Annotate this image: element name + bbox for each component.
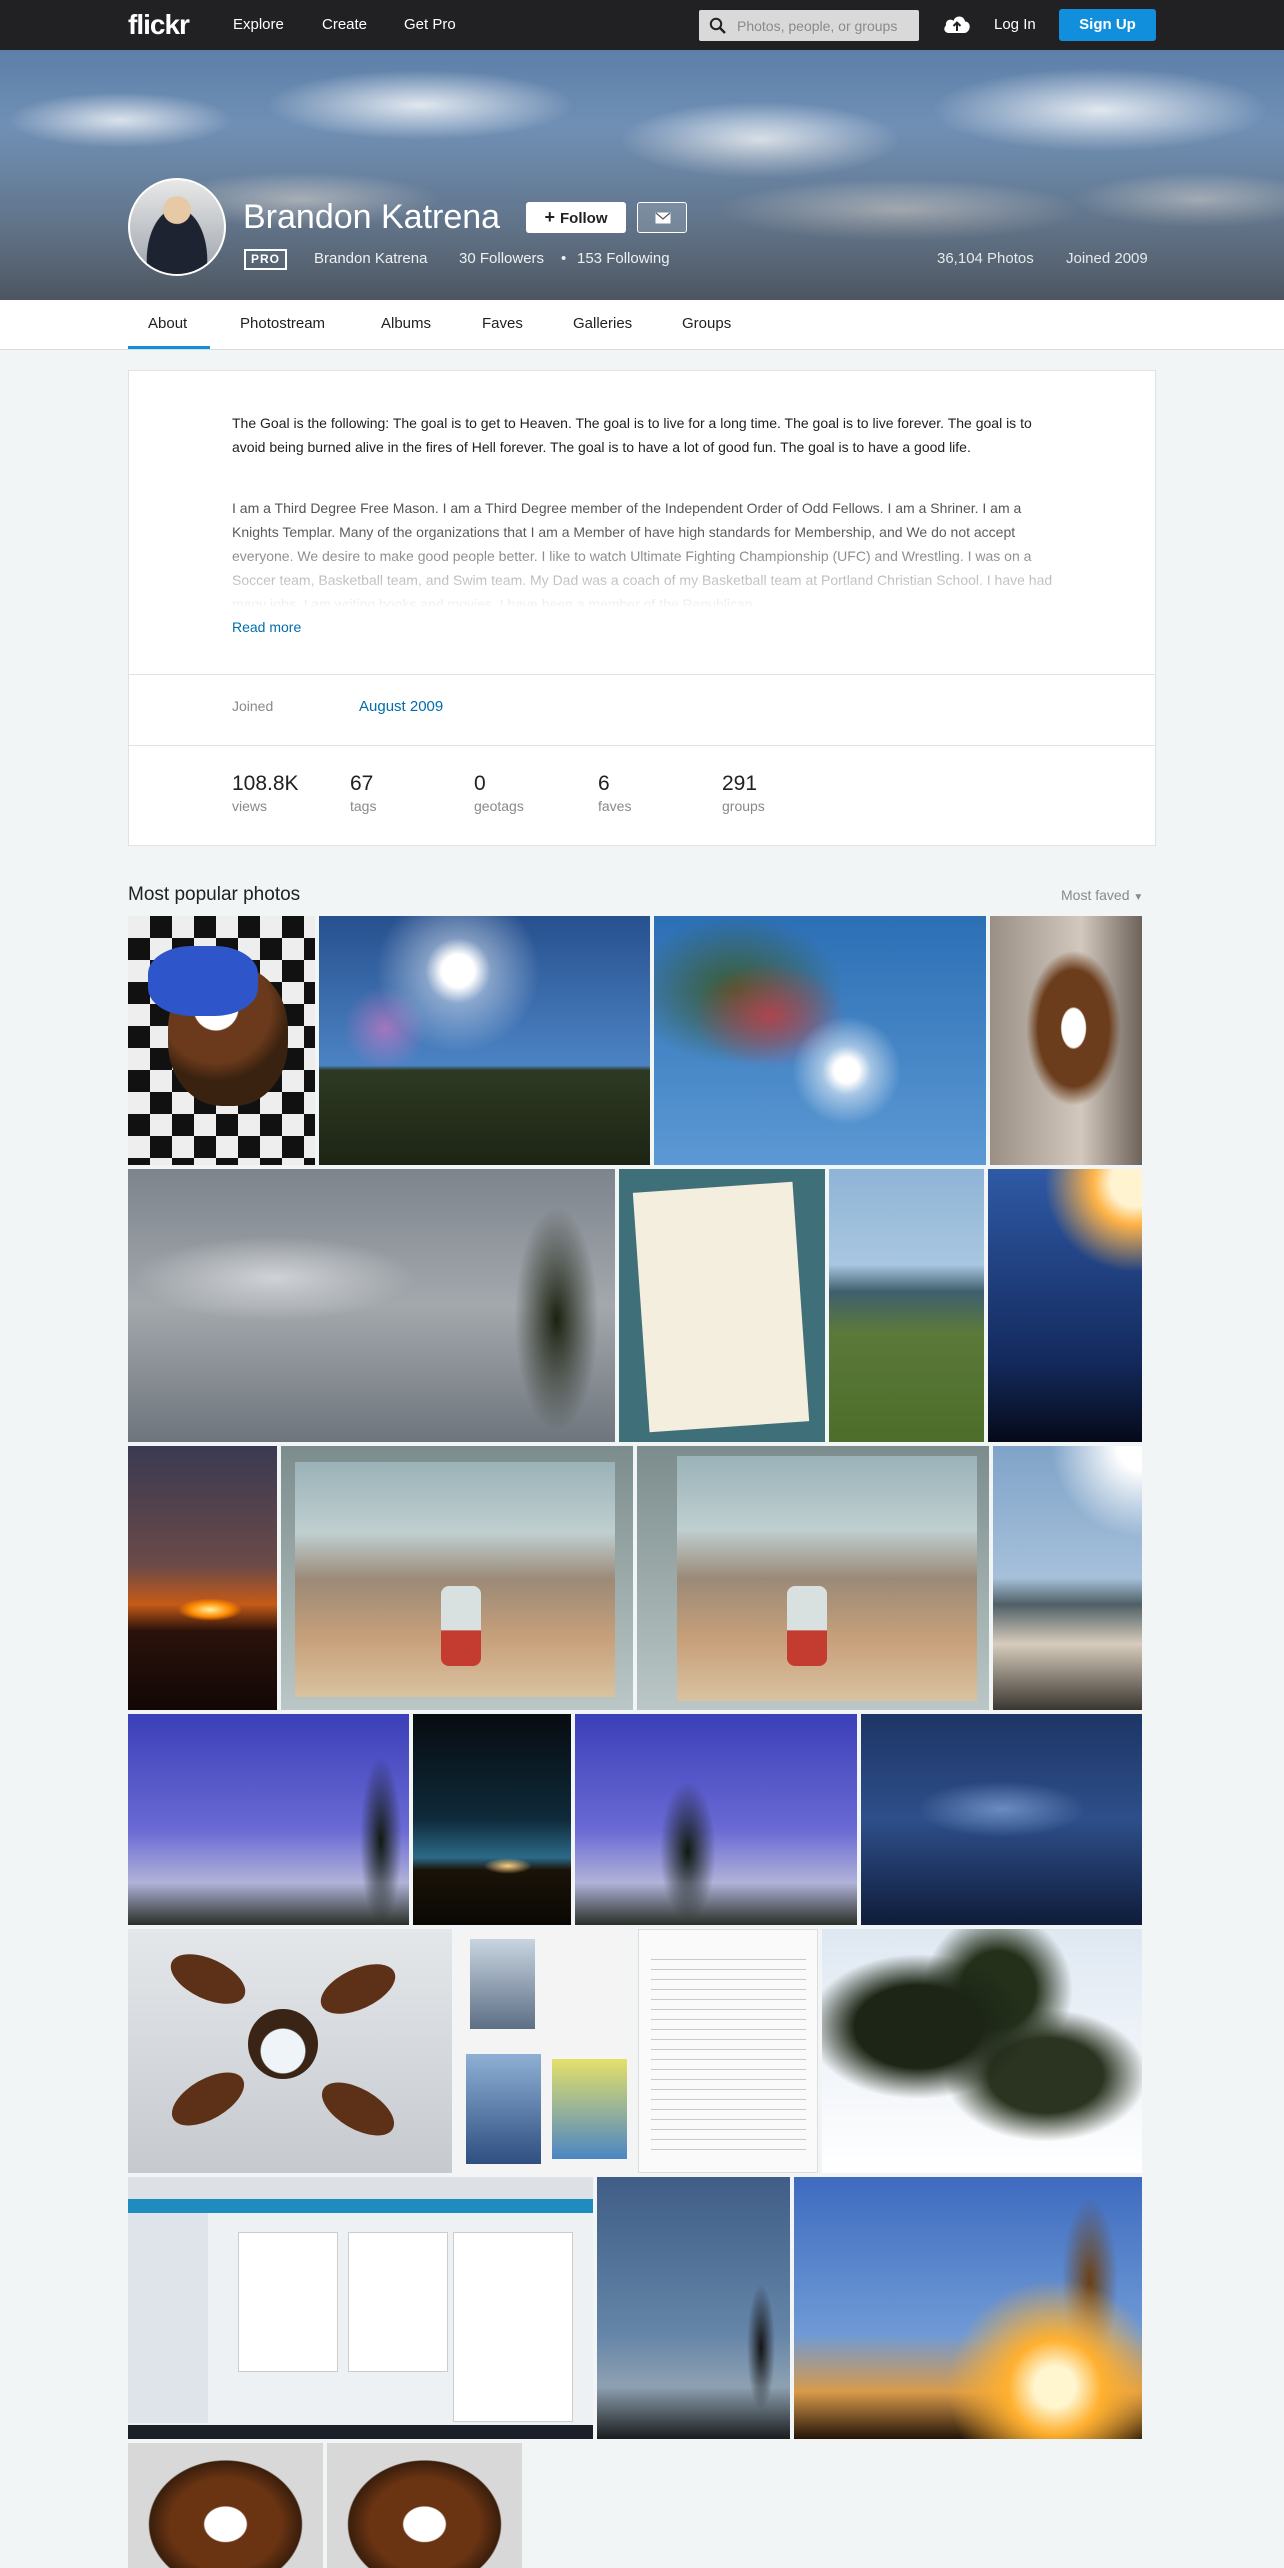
- mail-icon: [655, 212, 671, 224]
- display-name: Brandon Katrena: [314, 250, 428, 267]
- photo-child-mountains-2[interactable]: [637, 1446, 989, 1710]
- avatar[interactable]: [128, 178, 226, 276]
- photo-dog-puppy-2[interactable]: [327, 2443, 522, 2568]
- message-button[interactable]: [637, 202, 687, 233]
- top-nav: flickr Explore Create Get Pro Log In Sig…: [0, 0, 1284, 50]
- signup-button[interactable]: Sign Up: [1059, 9, 1156, 41]
- flickr-logo[interactable]: flickr: [128, 9, 190, 41]
- stat-tags[interactable]: 67 tags: [350, 772, 376, 814]
- tab-photostream[interactable]: Photostream: [240, 315, 325, 332]
- cover-photo: Brandon Katrena + Follow PRO Brandon Katr…: [0, 50, 1284, 300]
- bio-paragraph-2: I am a Third Degree Free Mason. I am a T…: [232, 500, 1053, 606]
- photo-screenshot-dashboard[interactable]: [128, 2177, 593, 2439]
- caret-down-icon: ▼: [1133, 892, 1144, 903]
- stat-value: 6: [598, 772, 610, 795]
- photo-count: 36,104 Photos: [937, 250, 1034, 267]
- photo-certificate[interactable]: [638, 1929, 818, 2173]
- pro-badge: PRO: [244, 249, 288, 270]
- read-more-link[interactable]: Read more: [232, 619, 301, 635]
- photo-purple-sky-trees-2[interactable]: [575, 1714, 857, 1925]
- photo-birthday-card[interactable]: [619, 1169, 825, 1442]
- photo-sunrise-tree[interactable]: [794, 2177, 1142, 2439]
- photo-beach-sunrays[interactable]: [993, 1446, 1142, 1710]
- login-link[interactable]: Log In: [994, 16, 1036, 33]
- search-icon: [709, 17, 726, 34]
- follow-label: Follow: [560, 210, 608, 227]
- photo-blue-clouds[interactable]: [861, 1714, 1142, 1925]
- photo-dog-puppy-1[interactable]: [128, 2443, 323, 2568]
- photo-coast-hill[interactable]: [829, 1169, 984, 1442]
- search-box[interactable]: [699, 10, 919, 41]
- tab-albums[interactable]: Albums: [381, 315, 431, 332]
- stat-value: 0: [474, 772, 486, 795]
- separator-dot: •: [561, 250, 567, 267]
- photo-dog-checkered-floor[interactable]: [128, 916, 315, 1165]
- stat-value: 108.8K: [232, 772, 299, 795]
- stat-label: geotags: [474, 798, 524, 814]
- photo-cloudy-sky-tree[interactable]: [128, 1169, 615, 1442]
- stat-views: 108.8K views: [232, 772, 299, 814]
- tab-galleries[interactable]: Galleries: [573, 315, 632, 332]
- nav-get-pro[interactable]: Get Pro: [404, 16, 456, 33]
- tab-faves[interactable]: Faves: [482, 315, 523, 332]
- follow-button[interactable]: + Follow: [526, 202, 626, 233]
- stat-groups[interactable]: 291 groups: [722, 772, 765, 814]
- tab-about[interactable]: About: [148, 315, 187, 332]
- joined-year: Joined 2009: [1066, 250, 1148, 267]
- stat-geotags[interactable]: 0 geotags: [474, 772, 524, 814]
- nav-create[interactable]: Create: [322, 16, 367, 33]
- photo-dog-window[interactable]: [990, 916, 1142, 1165]
- photo-night-sun[interactable]: [988, 1169, 1142, 1442]
- photo-dusk-horizon[interactable]: [413, 1714, 571, 1925]
- photo-tree-canopy[interactable]: [822, 1929, 1142, 2173]
- followers-link[interactable]: 30 Followers: [459, 250, 544, 267]
- stat-faves[interactable]: 6 faves: [598, 772, 631, 814]
- divider: [129, 674, 1155, 675]
- plus-icon: +: [544, 207, 555, 227]
- profile-tabs: About Photostream Albums Faves Galleries…: [0, 300, 1284, 350]
- photo-ceiling-fan[interactable]: [128, 1929, 452, 2173]
- active-tab-indicator: [128, 346, 210, 349]
- nav-explore[interactable]: Explore: [233, 16, 284, 33]
- stat-value: 291: [722, 772, 758, 795]
- divider: [129, 745, 1155, 746]
- tab-groups[interactable]: Groups: [682, 315, 731, 332]
- bio-paragraph-1: The Goal is the following: The goal is t…: [232, 415, 1032, 455]
- photo-sun-sky[interactable]: [319, 916, 650, 1165]
- photo-tree-sun[interactable]: [654, 916, 986, 1165]
- sort-label: Most faved: [1061, 887, 1130, 903]
- photo-child-mountains-1[interactable]: [281, 1446, 633, 1710]
- joined-label: Joined: [232, 698, 274, 714]
- search-input[interactable]: [737, 14, 913, 37]
- stat-label: faves: [598, 798, 632, 814]
- photo-old-portraits[interactable]: [456, 1929, 634, 2173]
- upload-cloud-icon[interactable]: [942, 12, 972, 36]
- popular-photos-title: Most popular photos: [128, 884, 301, 905]
- stat-label: groups: [722, 798, 765, 814]
- photo-purple-sky-trees-1[interactable]: [128, 1714, 409, 1925]
- stat-label: tags: [350, 798, 377, 814]
- profile-name: Brandon Katrena: [243, 198, 501, 236]
- stat-label: views: [232, 798, 268, 814]
- joined-date-link[interactable]: August 2009: [359, 698, 443, 715]
- photo-trees-dusk[interactable]: [597, 2177, 790, 2439]
- stat-value: 67: [350, 772, 374, 795]
- sort-dropdown[interactable]: Most faved ▼: [1061, 887, 1143, 903]
- photo-sunset-orange[interactable]: [128, 1446, 277, 1710]
- following-link[interactable]: 153 Following: [577, 250, 670, 267]
- about-card: The Goal is the following: The goal is t…: [128, 370, 1156, 846]
